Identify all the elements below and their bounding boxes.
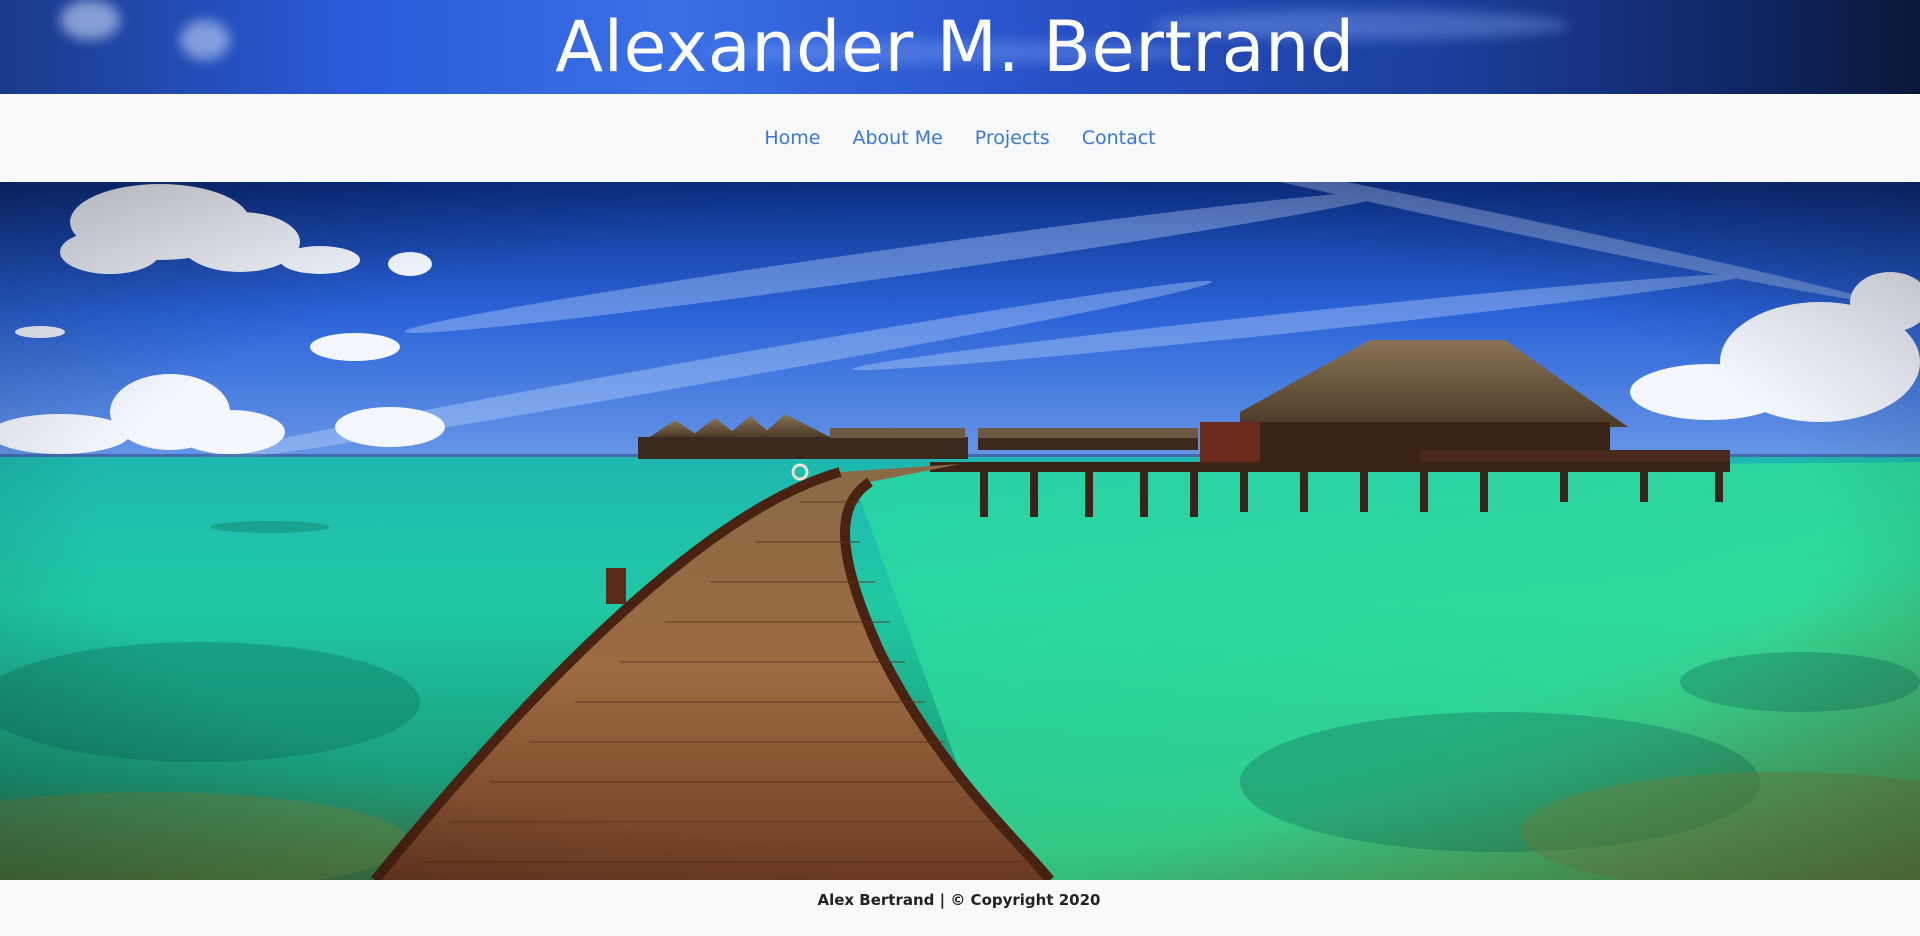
site-header: Alexander M. Bertrand [0, 0, 1920, 94]
site-footer: Alex Bertrand | © Copyright 2020 [0, 880, 1920, 936]
nav-contact-link[interactable]: Contact [1066, 127, 1172, 149]
nav-projects-link[interactable]: Projects [959, 127, 1066, 149]
copyright-text: Alex Bertrand | © Copyright 2020 [817, 891, 1101, 909]
main-navigation: Home About Me Projects Contact [0, 94, 1920, 182]
nav-about-link[interactable]: About Me [836, 127, 958, 149]
nav-home-link[interactable]: Home [748, 127, 836, 149]
hero-image [0, 182, 1920, 880]
hero-illustration [0, 182, 1920, 880]
site-title: Alexander M. Bertrand [555, 6, 1355, 88]
